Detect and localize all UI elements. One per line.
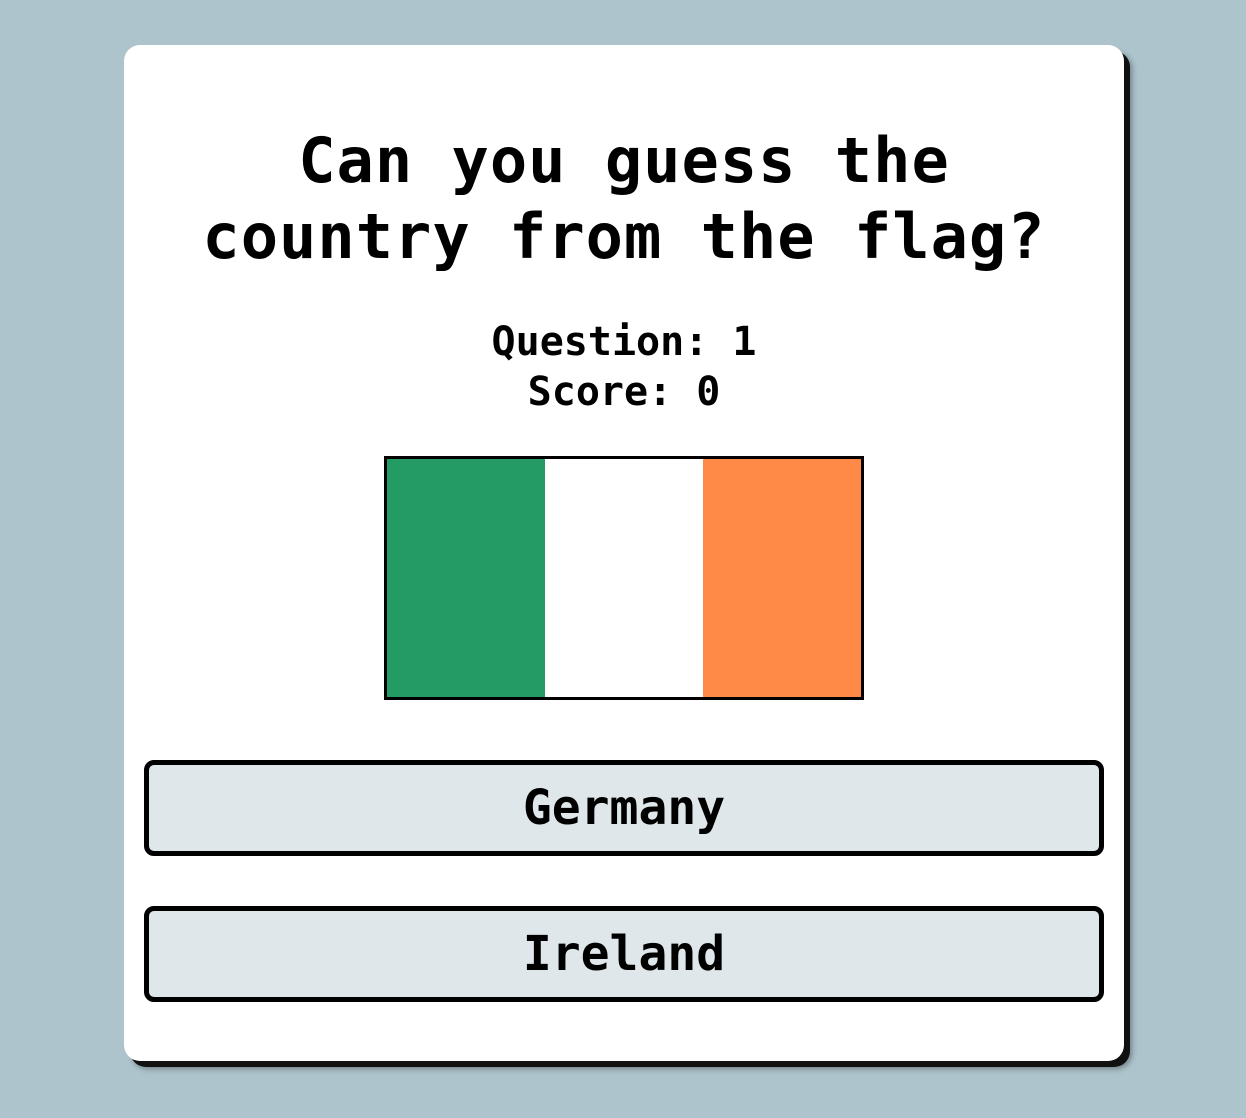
flag-stripe-right <box>703 459 861 697</box>
flag-stripe-left <box>387 459 545 697</box>
answer-button-germany[interactable]: Germany <box>144 760 1104 856</box>
quiz-stats: Question: 1 Score: 0 <box>124 317 1124 417</box>
quiz-card: Can you guess the country from the flag?… <box>124 45 1124 1061</box>
quiz-title: Can you guess the country from the flag? <box>124 123 1124 275</box>
question-counter: Question: 1 <box>491 319 757 365</box>
flag-image <box>384 456 864 700</box>
quiz-title-line-2: country from the flag? <box>202 200 1046 273</box>
flag-stripe-middle <box>545 459 703 697</box>
answer-button-ireland[interactable]: Ireland <box>144 906 1104 1002</box>
quiz-title-line-1: Can you guess the <box>298 124 950 197</box>
score-counter: Score: 0 <box>527 369 721 415</box>
